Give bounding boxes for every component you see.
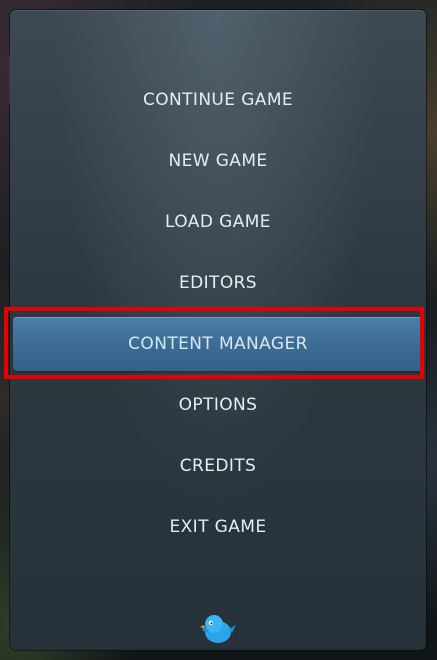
menu-item-label: CREDITS (179, 456, 257, 476)
menu-item-label: CONTENT MANAGER (128, 334, 308, 354)
menu-item-label: LOAD GAME (165, 212, 271, 232)
menu-item-load-game[interactable]: LOAD GAME (10, 202, 426, 242)
main-menu-panel: CONTINUE GAME NEW GAME LOAD GAME EDITORS… (10, 10, 426, 650)
menu-item-label: EDITORS (178, 273, 257, 293)
menu-item-label: OPTIONS (178, 395, 258, 415)
menu-item-new-game[interactable]: NEW GAME (10, 141, 426, 181)
menu-item-editors[interactable]: EDITORS (10, 263, 426, 303)
menu-item-label: EXIT GAME (169, 517, 267, 537)
bird-logo-icon[interactable] (200, 610, 236, 646)
menu-item-exit-game[interactable]: EXIT GAME (10, 507, 426, 547)
menu-item-label: CONTINUE GAME (142, 90, 294, 110)
menu-item-credits[interactable]: CREDITS (10, 446, 426, 486)
menu-item-label: NEW GAME (168, 151, 268, 171)
menu-item-options[interactable]: OPTIONS (10, 385, 426, 425)
menu-item-continue-game[interactable]: CONTINUE GAME (10, 80, 426, 120)
menu-item-content-manager[interactable]: CONTENT MANAGER (13, 317, 423, 371)
